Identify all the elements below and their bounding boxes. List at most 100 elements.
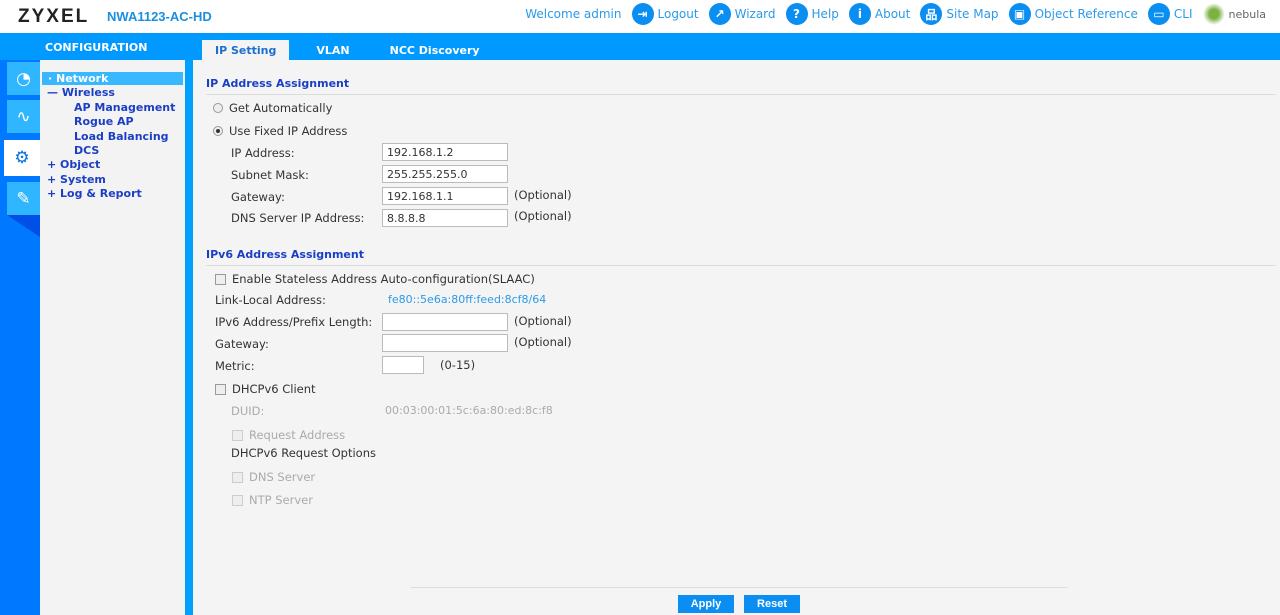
optional-note: (Optional) [514, 209, 572, 223]
help-icon: ? [785, 3, 808, 25]
tree-item-ap-management[interactable]: AP Management [74, 101, 175, 114]
about-label: About [874, 7, 911, 21]
radio-label: Use Fixed IP Address [229, 124, 348, 138]
gateway-label: Gateway: [231, 190, 285, 204]
title-bar [0, 33, 1280, 60]
info-icon: i [848, 3, 871, 25]
header-nav: Welcome admin ⇥ Logout ↗ Wizard ? Help i Abo… [525, 0, 1266, 28]
tab-ip-setting[interactable]: IP Setting [202, 40, 290, 60]
checkbox-label: DHCPv6 Client [232, 382, 316, 396]
nebula-icon [1202, 3, 1225, 25]
use-fixed-ip-radio[interactable]: Use Fixed IP Address [213, 124, 347, 138]
checkbox-label: Enable Stateless Address Auto-configurat… [232, 272, 535, 286]
optional-note: (Optional) [514, 335, 572, 349]
checkbox [232, 471, 243, 483]
metric-range: (0-15) [440, 358, 476, 372]
tree-label: Log & Report [60, 187, 142, 200]
ipv6-section-title: IPv6 Address Assignment [206, 248, 1276, 266]
dashboard-icon[interactable]: ◔ [7, 62, 40, 95]
tree-item-wireless[interactable]: — Wireless [47, 86, 115, 99]
subnet-mask-input[interactable] [382, 165, 508, 183]
get-automatically-radio[interactable]: Get Automatically [213, 101, 332, 115]
logout-label: Logout [657, 7, 699, 21]
checkbox [215, 273, 226, 285]
object-reference-link[interactable]: ▣ Object Reference [1008, 3, 1138, 25]
apply-button[interactable]: Apply [678, 595, 734, 613]
sidebar-splitter[interactable] [185, 60, 193, 615]
radio [213, 103, 223, 113]
cli-link[interactable]: ▭ CLI [1147, 3, 1193, 25]
sitemap-link[interactable]: 品 Site Map [920, 3, 999, 25]
tree-item-log-report[interactable]: + Log & Report [47, 187, 142, 200]
subnet-mask-label: Subnet Mask: [231, 168, 309, 182]
dns-server-checkbox[interactable]: DNS Server [232, 470, 315, 484]
checkbox-label: NTP Server [249, 493, 313, 507]
dns-server-label: DNS Server IP Address: [231, 211, 365, 225]
object-reference-label: Object Reference [1034, 7, 1138, 21]
checkbox [232, 494, 243, 506]
nebula-link[interactable]: nebula [1202, 3, 1267, 25]
link-local-address: fe80::5e6a:80ff:feed:8cf8/64 [388, 293, 547, 306]
slaac-checkbox[interactable]: Enable Stateless Address Auto-configurat… [215, 272, 535, 286]
ipv6-address-input[interactable] [382, 313, 508, 331]
ntp-server-checkbox[interactable]: NTP Server [232, 493, 313, 507]
ipv4-section-title: IP Address Assignment [206, 77, 1276, 95]
dhcpv6-client-checkbox[interactable]: DHCPv6 Client [215, 382, 316, 396]
link-local-label: Link-Local Address: [215, 293, 326, 307]
tree-label: System [60, 173, 106, 186]
tree-label: Network [56, 72, 109, 85]
welcome-text: Welcome admin [525, 7, 622, 21]
ipv6-gateway-input[interactable] [382, 334, 508, 352]
duid-value: 00:03:00:01:5c:6a:80:ed:8c:f8 [385, 404, 553, 417]
tree-item-rogue-ap[interactable]: Rogue AP [74, 115, 134, 128]
gateway-input[interactable] [382, 187, 508, 205]
optional-note: (Optional) [514, 188, 572, 202]
wizard-icon: ↗ [708, 3, 731, 25]
tree-item-object[interactable]: + Object [47, 158, 100, 171]
tab-vlan[interactable]: VLAN [303, 40, 362, 60]
tree-label: Object [60, 158, 101, 171]
checkbox [232, 429, 243, 441]
request-address-checkbox[interactable]: Request Address [232, 428, 345, 442]
wizard-label: Wizard [734, 7, 776, 21]
reset-button[interactable]: Reset [744, 595, 800, 613]
navigation-tree: · Network — Wireless AP Management Rogue… [40, 60, 185, 615]
tree-label: Wireless [61, 86, 115, 99]
menu-strip: ◔ ∿ ⚙ ✎ [0, 60, 40, 615]
metric-label: Metric: [215, 359, 255, 373]
checkbox-label: DNS Server [249, 470, 316, 484]
configuration-gear-icon[interactable]: ⚙ [4, 140, 40, 176]
help-link[interactable]: ? Help [785, 3, 839, 25]
footer-divider [411, 587, 1068, 588]
metric-input[interactable] [382, 356, 424, 374]
sitemap-icon: 品 [920, 3, 943, 25]
content-area: IP Address Assignment Get Automatically … [193, 60, 1280, 615]
ipv6-address-label: IPv6 Address/Prefix Length: [215, 315, 373, 329]
object-reference-icon: ▣ [1008, 3, 1031, 25]
logout-link[interactable]: ⇥ Logout [631, 3, 699, 25]
nebula-label: nebula [1228, 7, 1267, 21]
dns-server-input[interactable] [382, 209, 508, 227]
tree-item-load-balancing[interactable]: Load Balancing [74, 130, 169, 143]
optional-note: (Optional) [514, 314, 572, 328]
about-link[interactable]: i About [848, 3, 911, 25]
cli-label: CLI [1173, 7, 1193, 21]
device-model: NWA1123-AC-HD [107, 9, 212, 24]
monitor-icon[interactable]: ∿ [7, 100, 40, 133]
configuration-title: CONFIGURATION [45, 41, 148, 54]
dhcpv6-request-options-label: DHCPv6 Request Options [231, 446, 376, 460]
sitemap-label: Site Map [946, 7, 999, 21]
checkbox-label: Request Address [249, 428, 346, 442]
tab-bar: IP Setting VLAN NCC Discovery [202, 40, 507, 60]
tree-item-dcs[interactable]: DCS [74, 144, 99, 157]
tree-item-system[interactable]: + System [47, 173, 106, 186]
tab-ncc-discovery[interactable]: NCC Discovery [377, 40, 493, 60]
cli-icon: ▭ [1147, 3, 1170, 25]
top-header: ZYXEL NWA1123-AC-HD Welcome admin ⇥ Logou… [0, 0, 1280, 33]
tree-item-network[interactable]: · Network [42, 72, 183, 85]
ip-address-input[interactable] [382, 143, 508, 161]
checkbox [215, 383, 226, 395]
maintenance-tools-icon[interactable]: ✎ [7, 182, 40, 215]
wizard-link[interactable]: ↗ Wizard [708, 3, 776, 25]
zyxel-logo: ZYXEL [18, 6, 90, 27]
